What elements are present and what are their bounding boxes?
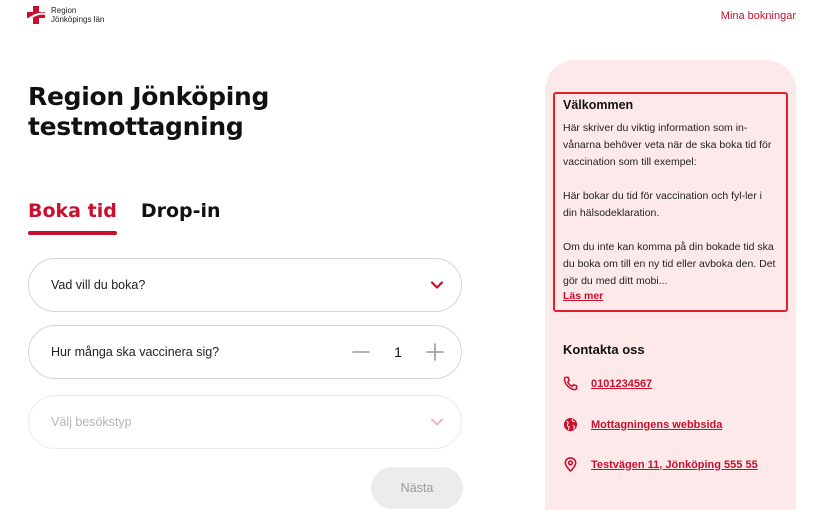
logo-text: Region Jönköpings län: [51, 6, 104, 24]
globe-icon: [563, 417, 578, 432]
minus-icon: [352, 351, 370, 353]
logo-line2: Jönköpings län: [51, 15, 105, 24]
welcome-box: Välkommen Här skriver du viktig informat…: [553, 92, 788, 312]
increment-button[interactable]: [425, 342, 445, 362]
tab-boka-tid[interactable]: Boka tid: [28, 200, 117, 235]
contact-title: Kontakta oss: [563, 342, 645, 357]
chevron-down-icon: [430, 281, 444, 289]
tab-drop-in[interactable]: Drop-in: [141, 200, 221, 232]
vaccination-count-label: Hur många ska vaccinera sig?: [51, 345, 220, 359]
welcome-paragraph-1: Här skriver du viktig information som in…: [563, 122, 772, 168]
my-bookings-link[interactable]: Mina bokningar: [721, 10, 796, 22]
booking-type-label: Vad vill du boka?: [51, 278, 146, 292]
welcome-paragraph-3: Om du inte kan komma på din bokade tid s…: [563, 241, 776, 287]
website-link[interactable]: Mottagningens webbsida: [591, 419, 722, 431]
contact-website: Mottagningens webbsida: [563, 417, 722, 432]
quantity-value: 1: [394, 344, 402, 360]
quantity-stepper: 1: [351, 342, 445, 362]
location-pin-icon: [564, 457, 577, 472]
phone-link[interactable]: 0101234567: [591, 378, 652, 390]
vaccination-count-field: Hur många ska vaccinera sig? 1: [28, 325, 462, 379]
phone-icon: [563, 376, 578, 391]
visit-type-select[interactable]: Välj besökstyp: [28, 395, 462, 449]
decrement-button[interactable]: [351, 342, 371, 362]
next-button[interactable]: Nästa: [371, 467, 463, 509]
read-more-link[interactable]: Läs mer: [563, 290, 778, 302]
welcome-paragraph-2: Här bokar du tid för vaccination och fyl…: [563, 190, 763, 219]
contact-address: Testvägen 11, Jönköping 555 55: [563, 457, 758, 472]
logo-line1: Region: [51, 6, 77, 15]
address-link[interactable]: Testvägen 11, Jönköping 555 55: [591, 459, 758, 471]
booking-type-select[interactable]: Vad vill du boka?: [28, 258, 462, 312]
visit-type-label: Välj besökstyp: [51, 415, 132, 429]
welcome-title: Välkommen: [563, 98, 634, 112]
logo[interactable]: Region Jönköpings län: [26, 5, 104, 25]
chevron-down-icon: [430, 418, 444, 426]
logo-cross-icon: [26, 6, 46, 24]
page-title: Region Jönköping testmottagning: [28, 82, 270, 141]
booking-tabs: Boka tid Drop-in: [28, 200, 221, 235]
plus-icon: [426, 343, 444, 361]
contact-phone: 0101234567: [563, 376, 652, 391]
